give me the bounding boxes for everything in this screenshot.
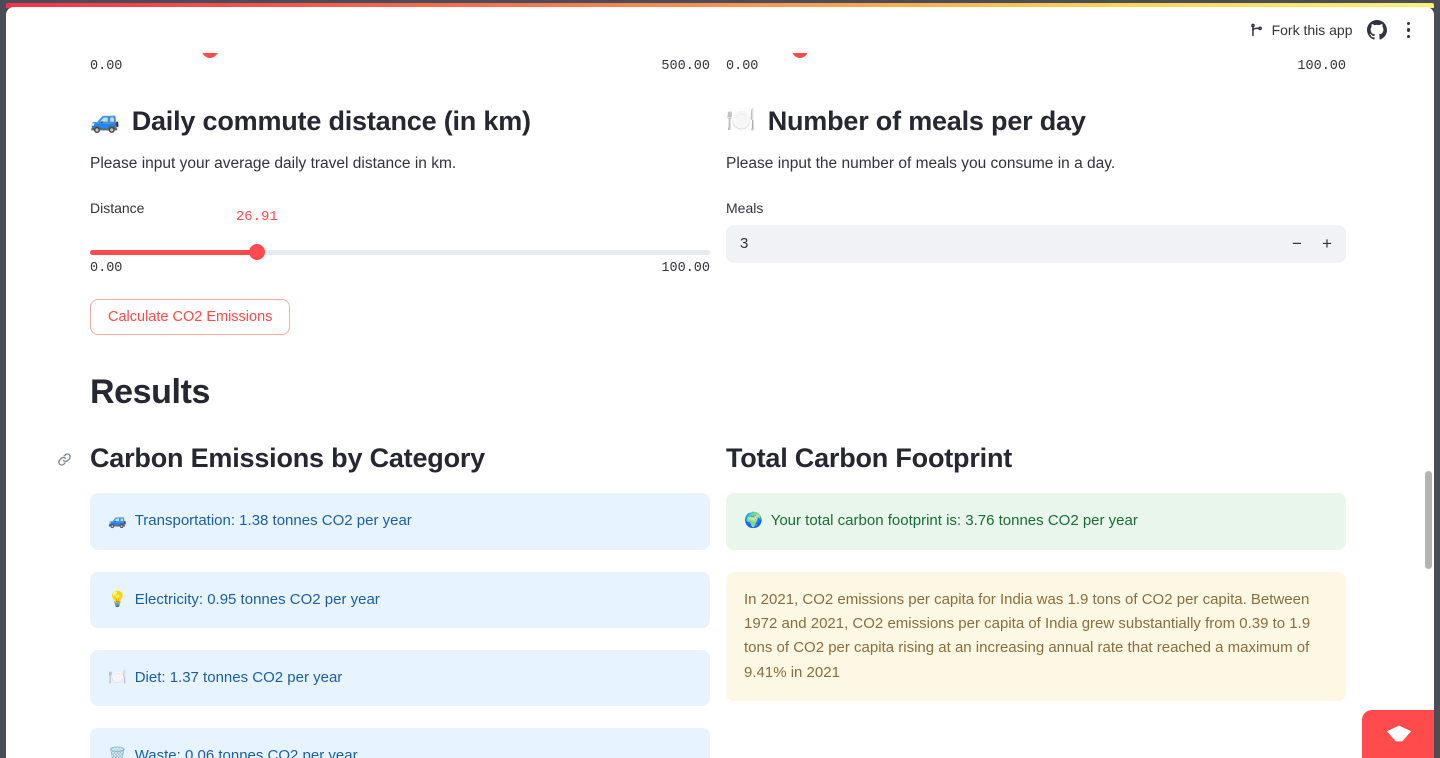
meals-heading: 🍽️ Number of meals per day bbox=[726, 105, 1346, 139]
meals-description: Please input the number of meals you con… bbox=[726, 155, 1116, 173]
commute-heading-text: Daily commute distance (in km) bbox=[131, 105, 531, 136]
distance-slider[interactable]: 26.91 0.00 100.00 bbox=[90, 209, 710, 276]
electricity-result-text: Electricity: 0.95 tonnes CO2 per year bbox=[134, 590, 380, 608]
menu-dot bbox=[1406, 21, 1410, 26]
overflow-menu-button[interactable] bbox=[1401, 18, 1417, 43]
github-icon[interactable] bbox=[1366, 20, 1387, 40]
results-title: Results bbox=[90, 372, 211, 411]
diet-result-text: Diet: 1.37 tonnes CO2 per year bbox=[134, 669, 343, 687]
waste-slider-max: 100.00 bbox=[1297, 58, 1346, 74]
transportation-result-text: Transportation: 1.38 tonnes CO2 per year bbox=[134, 512, 412, 530]
total-footprint-column: Total Carbon Footprint 🌍 Your total carb… bbox=[726, 442, 1346, 758]
car-emoji: 🚙 bbox=[108, 512, 127, 530]
distance-slider-widget: Distance 26.91 0.00 100.00 bbox=[90, 199, 710, 276]
category-result-diet: 🍽️ Diet: 1.37 tonnes CO2 per year bbox=[90, 650, 710, 707]
distance-slider-fill bbox=[90, 249, 257, 255]
wastebasket-emoji: 🗑️ bbox=[108, 747, 127, 758]
commute-heading: 🚙 Daily commute distance (in km) bbox=[90, 105, 710, 139]
total-footprint-result: 🌍 Your total carbon footprint is: 3.76 t… bbox=[726, 493, 1346, 550]
app-header-toolbar: Fork this app bbox=[6, 7, 1434, 53]
crown-origami-icon bbox=[1386, 725, 1412, 742]
meals-section: 🍽️ Number of meals per day Please input … bbox=[726, 105, 1346, 335]
emissions-by-category-column: Carbon Emissions by Category 🚙 Transport… bbox=[58, 442, 710, 758]
main-content: Electricity 96.72 0.00 500.00 bbox=[6, 7, 1420, 758]
app-window: Fork this app Electricity bbox=[0, 0, 1440, 758]
plate-with-cutlery-emoji: 🍽️ bbox=[108, 669, 127, 687]
category-result-waste: 🗑️ Waste: 0.06 tonnes CO2 per year bbox=[90, 728, 710, 758]
category-heading-text: Carbon Emissions by Category bbox=[90, 442, 485, 473]
distance-slider-label: Distance bbox=[90, 200, 145, 217]
category-result-electricity: 💡 Electricity: 0.95 tonnes CO2 per year bbox=[90, 571, 710, 629]
vertical-scrollbar-thumb[interactable] bbox=[1425, 471, 1432, 569]
light-bulb-emoji: 💡 bbox=[108, 590, 127, 608]
calculate-co2-emissions-button[interactable]: Calculate CO2 Emissions bbox=[90, 298, 291, 335]
distance-slider-min: 0.00 bbox=[90, 260, 123, 276]
carbon-emissions-by-category-heading: Carbon Emissions by Category bbox=[58, 442, 710, 476]
electricity-slider-range: 0.00 500.00 bbox=[90, 59, 710, 74]
vertical-scrollbar-track[interactable] bbox=[1424, 53, 1433, 758]
distance-slider-track[interactable] bbox=[90, 244, 710, 261]
waste-slider-min: 0.00 bbox=[726, 58, 759, 74]
meals-heading-text: Number of meals per day bbox=[767, 105, 1086, 136]
link-anchor-icon[interactable] bbox=[56, 451, 73, 468]
fork-branch-icon bbox=[1248, 22, 1265, 39]
meals-increment-button[interactable]: + bbox=[1312, 227, 1342, 261]
globe-earth-emoji: 🌍 bbox=[744, 512, 763, 530]
india-emissions-note: In 2021, CO2 emissions per capita for In… bbox=[726, 571, 1346, 701]
commute-section: 🚙 Daily commute distance (in km) Please … bbox=[90, 105, 710, 335]
distance-slider-value: 26.91 bbox=[235, 208, 278, 225]
plate-with-cutlery-emoji: 🍽️ bbox=[726, 107, 756, 135]
total-footprint-text: Your total carbon footprint is: 3.76 ton… bbox=[770, 512, 1138, 530]
distance-slider-range: 0.00 100.00 bbox=[90, 261, 710, 276]
menu-dot bbox=[1406, 28, 1410, 32]
car-emoji: 🚙 bbox=[90, 107, 120, 135]
streamlit-badge-button[interactable] bbox=[1362, 710, 1434, 758]
distance-slider-max: 100.00 bbox=[661, 260, 710, 276]
meals-number-input[interactable]: 3 − + bbox=[726, 224, 1346, 263]
page-surface: Fork this app Electricity bbox=[6, 7, 1434, 758]
meals-input-widget: Meals 3 − + bbox=[726, 199, 1346, 263]
commute-description: Please input your average daily travel d… bbox=[90, 155, 457, 173]
category-result-transportation: 🚙 Transportation: 1.38 tonnes CO2 per ye… bbox=[90, 493, 710, 550]
total-heading-text: Total Carbon Footprint bbox=[726, 442, 1013, 473]
distance-slider-thumb[interactable] bbox=[248, 244, 265, 261]
meals-input-value[interactable]: 3 bbox=[740, 235, 1282, 252]
meals-decrement-button[interactable]: − bbox=[1282, 227, 1312, 261]
total-carbon-footprint-heading: Total Carbon Footprint bbox=[726, 442, 1346, 476]
electricity-slider-max: 500.00 bbox=[661, 58, 710, 74]
menu-dot bbox=[1406, 34, 1410, 39]
meals-input-label: Meals bbox=[726, 200, 764, 217]
waste-result-text: Waste: 0.06 tonnes CO2 per year bbox=[134, 747, 358, 758]
waste-slider-range: 0.00 100.00 bbox=[726, 59, 1346, 74]
fork-this-app-label: Fork this app bbox=[1271, 22, 1353, 38]
fork-this-app-button[interactable]: Fork this app bbox=[1248, 22, 1353, 39]
electricity-slider-min: 0.00 bbox=[90, 58, 123, 74]
